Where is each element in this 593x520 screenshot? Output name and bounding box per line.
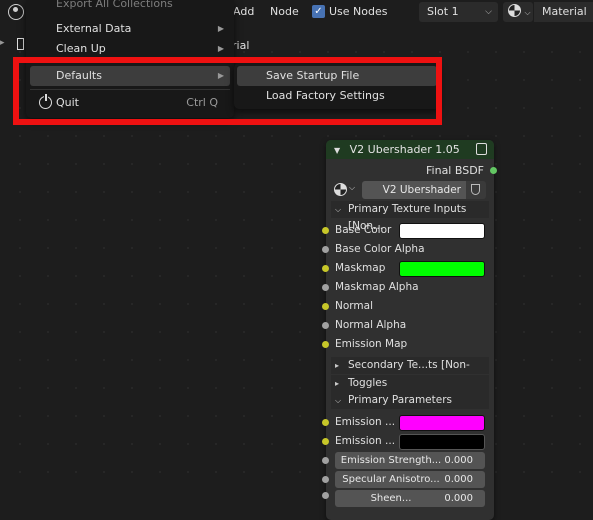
material-ball-icon[interactable] — [334, 183, 347, 196]
slot-value: Slot 1 — [427, 5, 459, 18]
socket-base-color-alpha[interactable] — [322, 246, 329, 253]
chevron-right-icon: ▸ — [335, 379, 340, 388]
chevron-down-icon: ⌵ — [485, 7, 492, 17]
socket-normal-alpha[interactable] — [322, 322, 329, 329]
panel-secondary-texture-inputs[interactable]: ▸ Secondary Te...ts [Non-color] — [331, 357, 489, 388]
emission-color-swatch[interactable] — [399, 415, 485, 431]
ubershader-node[interactable]: ▼ V2 Ubershader 1.05 Final BSDF ⌵ V2 Ube… — [326, 140, 494, 520]
emission-color-2-swatch[interactable] — [399, 434, 485, 450]
material-browse-button[interactable]: ⌵ — [503, 2, 533, 22]
chevron-down-icon: ⌵ — [335, 396, 342, 405]
chevron-down-icon: ⌵ — [335, 205, 342, 214]
maskmap-swatch[interactable] — [399, 261, 485, 277]
add-menu[interactable]: Add — [233, 2, 254, 22]
menu-item-label: Load Factory Settings — [266, 89, 385, 102]
panel-toggles[interactable]: ▸ Toggles — [331, 375, 489, 392]
output-label: Final BSDF — [426, 164, 484, 177]
panel-primary-texture-inputs[interactable]: ⌵ Primary Texture Inputs [Non... — [331, 201, 489, 232]
field-value: 0.000 — [444, 493, 473, 504]
node-title: V2 Ubershader 1.05 — [349, 143, 460, 156]
power-icon — [39, 94, 52, 109]
material-name: Material — [542, 5, 587, 18]
socket-specular-anisotropy[interactable] — [322, 476, 329, 483]
sheen-field[interactable]: Sheen... 0.000 — [335, 490, 485, 507]
chevron-down-icon[interactable]: ⌵ — [349, 183, 355, 193]
specular-anisotropy-field[interactable]: Specular Anisotro... 0.000 — [335, 471, 485, 488]
input-maskmap-alpha: Maskmap Alpha — [335, 281, 419, 293]
node-group-icon[interactable] — [476, 143, 487, 155]
socket-emission-strength[interactable] — [322, 457, 329, 464]
menu-shortcut: Ctrl Q — [186, 96, 218, 109]
node-group-name-field[interactable]: V2 Ubershader 1.05 — [362, 181, 466, 214]
material-ball-icon — [508, 4, 521, 17]
socket-emission-color-2[interactable] — [322, 438, 329, 445]
menu-item-clean-up[interactable]: Clean Up ▶ — [30, 39, 230, 59]
socket-base-color[interactable] — [322, 227, 329, 234]
input-normal: Normal — [335, 300, 373, 312]
panel-label: Toggles — [348, 377, 388, 389]
panel-label: Primary Parameters — [348, 394, 453, 406]
input-normal-alpha: Normal Alpha — [335, 319, 407, 331]
use-nodes-label[interactable]: Use Nodes — [329, 2, 388, 22]
chevron-right-icon: ▸ — [335, 361, 340, 370]
use-nodes-checkbox[interactable]: ✓ — [312, 5, 325, 18]
menu-item-label: Quit — [56, 96, 79, 109]
fake-user-shield-icon[interactable] — [466, 181, 486, 199]
base-color-swatch[interactable] — [399, 223, 485, 239]
node-group-selector: ⌵ V2 Ubershader 1.05 — [334, 181, 488, 214]
collapse-icon[interactable]: ▼ — [334, 146, 340, 155]
defaults-submenu: Save Startup File Load Factory Settings — [234, 63, 440, 109]
slot-dropdown[interactable]: Slot 1 ⌵ — [419, 2, 498, 22]
socket-maskmap[interactable] — [322, 265, 329, 272]
node-tree-icon — [17, 38, 24, 50]
menu-item-label: Export All Collections — [56, 0, 173, 10]
menu-item-load-factory-settings[interactable]: Load Factory Settings — [237, 86, 437, 106]
menu-item-quit[interactable]: Quit Ctrl Q — [30, 93, 230, 113]
file-menu: Export All Collections External Data ▶ C… — [26, 0, 234, 118]
menu-item-label: Save Startup File — [266, 69, 360, 82]
input-emission-map: Emission Map — [335, 338, 408, 350]
material-name-field[interactable]: Material — [534, 2, 593, 22]
submenu-arrow-icon: ▶ — [217, 71, 224, 80]
input-base-color-alpha: Base Color Alpha — [335, 243, 425, 255]
menu-item-label: External Data — [56, 22, 132, 35]
menu-item-label: Clean Up — [56, 42, 106, 55]
socket-maskmap-alpha[interactable] — [322, 284, 329, 291]
node-header[interactable]: ▼ V2 Ubershader 1.05 — [326, 140, 494, 159]
input-emission-color-2: Emission ... — [335, 435, 396, 447]
menu-separator — [30, 61, 230, 62]
menu-separator — [30, 89, 230, 90]
input-base-color: Base Color — [335, 224, 392, 236]
output-socket-final-bsdf[interactable] — [490, 167, 497, 174]
socket-emission-map[interactable] — [322, 341, 329, 348]
socket-normal[interactable] — [322, 303, 329, 310]
socket-sheen[interactable] — [322, 492, 329, 499]
input-emission-color: Emission ... — [335, 416, 396, 428]
menu-item-label: Defaults — [56, 69, 102, 82]
chevron-right-icon: ▸ — [0, 38, 5, 48]
menu-item-external-data[interactable]: External Data ▶ — [30, 19, 230, 39]
socket-emission-color[interactable] — [322, 419, 329, 426]
panel-primary-parameters[interactable]: ⌵ Primary Parameters — [331, 392, 489, 409]
submenu-arrow-icon: ▶ — [217, 44, 224, 53]
menu-item-export-all-collections[interactable]: Export All Collections — [30, 0, 230, 14]
select-mode-icon[interactable] — [8, 4, 24, 20]
submenu-arrow-icon: ▶ — [217, 24, 224, 33]
input-maskmap: Maskmap — [335, 262, 386, 274]
field-value: 0.000 — [444, 455, 473, 466]
field-label: Emission Strength... — [340, 455, 442, 466]
material-subheader-text: rial — [232, 39, 250, 52]
menu-item-defaults[interactable]: Defaults ▶ — [30, 66, 230, 86]
emission-strength-field[interactable]: Emission Strength... 0.000 — [335, 452, 485, 469]
menu-item-save-startup-file[interactable]: Save Startup File — [237, 66, 437, 86]
field-label: Specular Anisotro... — [342, 474, 440, 485]
field-value: 0.000 — [444, 474, 473, 485]
chevron-down-icon: ⌵ — [524, 8, 531, 17]
field-label: Sheen... — [370, 493, 412, 504]
node-menu[interactable]: Node — [270, 2, 299, 22]
